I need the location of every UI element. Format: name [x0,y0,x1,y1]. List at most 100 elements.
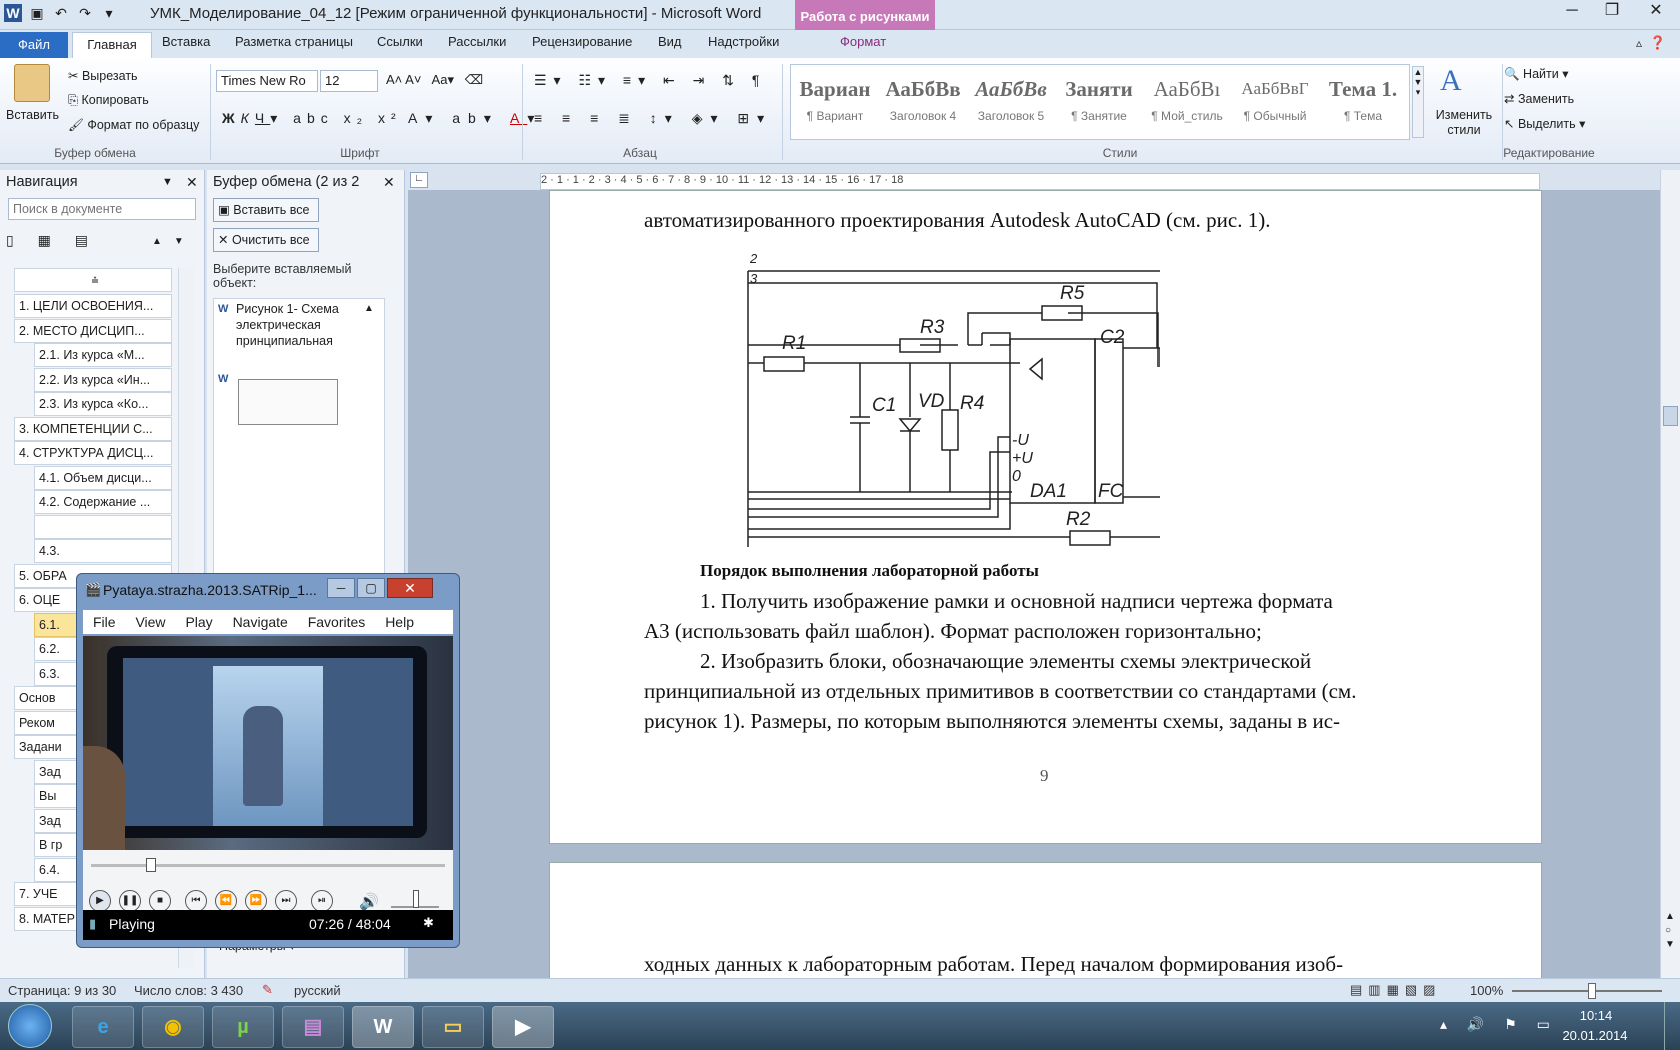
menu-help[interactable]: Help [385,614,414,630]
tab-view[interactable]: Вид [658,34,682,49]
save-icon[interactable]: ▣ [28,4,46,22]
list-buttons[interactable]: ☰▾ ☷▾ ≡▾ ⇤ ⇥ ⇅ ¶ [534,72,766,89]
help-icon[interactable]: ❓ [1650,35,1666,51]
font-grow-shrink-buttons[interactable]: A˄ A˅ Aa▾ ⌫ [386,72,483,88]
view-buttons[interactable]: ▤▥▦▧▨ [1350,982,1441,998]
replace-button[interactable]: ⇄ Заменить [1504,91,1574,106]
tray-icons[interactable]: ▴ 🔊 ⚑ ▭ [1440,1016,1558,1033]
previous-icon[interactable]: ⏮ [185,890,207,912]
video-frame[interactable] [83,636,453,850]
menu-play[interactable]: Play [185,614,212,630]
nav-item[interactable]: 4.1. Объем дисци... [34,465,172,490]
language[interactable]: русский [294,983,341,998]
search-document-input[interactable] [8,198,196,220]
tab-addins[interactable]: Надстройки [708,34,779,49]
circuit-schematic[interactable]: R5 VT R3 R1 C1 VD R4 C3 DA1 FC R2 -U +U … [720,247,1160,557]
tab-insert[interactable]: Вставка [162,34,210,49]
maximize-icon[interactable]: ❐ [1592,0,1632,24]
menu-favorites[interactable]: Favorites [308,614,366,630]
clipboard-item-thumbnail[interactable] [238,379,338,425]
word-count[interactable]: Число слов: 3 430 [134,983,243,998]
utorrent-taskbar-icon[interactable]: µ [212,1006,274,1048]
nav-item[interactable]: 2.1. Из курса «М... [34,343,172,367]
style-heading-4[interactable]: АаБбВв Заголовок 4 [881,69,965,135]
tab-format[interactable]: Формат [840,34,886,49]
ie-taskbar-icon[interactable]: e [72,1006,134,1048]
start-button[interactable] [8,1004,52,1048]
nav-item[interactable]: 2.2. Из курса «Ин... [34,367,172,392]
scroll-thumb[interactable] [1663,406,1678,426]
stats-icon[interactable]: ✱ [423,915,434,931]
menu-file[interactable]: File [93,614,116,630]
explorer-taskbar-icon[interactable]: ▭ [422,1006,484,1048]
browse-buttons[interactable]: ▲ ○ ▼ [1665,910,1675,952]
font-name-combo[interactable]: Times New Ro [216,70,318,92]
find-button[interactable]: 🔍 Найти ▾ [1504,66,1568,82]
format-painter-button[interactable]: 🖌 Формат по образцу [68,118,199,133]
clipboard-item-text[interactable]: Рисунок 1- Схема электрическая принципиа… [236,301,356,349]
pause-icon[interactable]: ❚❚ [119,890,141,912]
nav-item[interactable]: 4. СТРУКТУРА ДИСЦ... [14,441,172,465]
stop-icon[interactable]: ■ [149,890,171,912]
tab-mailings[interactable]: Рассылки [448,34,506,49]
font-format-buttons[interactable]: ЖКЧ▾ abc x₂ x² [222,110,402,127]
paste-button[interactable]: Вставить [6,108,59,122]
paste-all-button[interactable]: ▣ Вставить все [213,198,319,222]
play-icon[interactable]: ▶ [89,890,111,912]
zoom-level[interactable]: 100% [1470,983,1503,998]
winrar-taskbar-icon[interactable]: ▤ [282,1006,344,1048]
style-variant[interactable]: Вариан ¶ Вариант [793,69,877,135]
rewind-icon[interactable]: ⏪ [215,890,237,912]
clock-time[interactable]: 10:14 [1566,1008,1626,1023]
style-topic[interactable]: Тема 1. ¶ Тема [1321,69,1405,135]
style-my-style[interactable]: АаБбВı ¶ Мой_стиль [1145,69,1229,135]
next-icon[interactable]: ⏭ [275,890,297,912]
nav-item[interactable]: 2.3. Из курса «Ко... [34,392,172,416]
nav-item[interactable]: 4.3. [34,539,172,563]
clear-all-button[interactable]: ✕ Очистить все [213,228,319,252]
change-styles-button[interactable]: Изменить стили [1430,108,1498,138]
cut-button[interactable]: ✂ Вырезать [68,68,138,83]
word-taskbar-icon[interactable]: W [352,1006,414,1048]
zoom-slider[interactable] [1512,990,1662,992]
player-close-icon[interactable]: ✕ [387,578,433,598]
clipboard-close-icon[interactable]: ✕ [383,174,395,191]
player-minimize-icon[interactable]: ─ [327,578,355,598]
menu-view[interactable]: View [135,614,165,630]
volume-icon[interactable]: 🔊 [359,892,379,912]
show-desktop-button[interactable] [1664,1002,1680,1050]
document-scrollbar[interactable]: ▲ ○ ▼ [1660,170,1680,978]
paste-icon[interactable] [14,64,50,102]
styles-scroll[interactable]: ▲ ▼ ▾ [1412,66,1424,138]
redo-icon[interactable]: ↷ [76,4,94,22]
minimize-icon[interactable]: ─ [1552,0,1592,24]
media-player-taskbar-icon[interactable]: ▶ [492,1006,554,1048]
word-app-icon[interactable]: W [4,4,22,22]
nav-collapse-top[interactable]: ⩮ [14,268,172,292]
nav-view-tabs[interactable]: ▯ ▦ ▤ [6,232,98,249]
tab-page-layout[interactable]: Разметка страницы [235,34,353,49]
tab-selector[interactable]: ∟ [410,172,428,188]
tab-review[interactable]: Рецензирование [532,34,632,49]
alignment-buttons[interactable]: ≡ ≡ ≡ ≣ ↕▾ ◈▾ ⊞▾ [534,110,772,127]
style-normal[interactable]: АаБбВвГ ¶ Обычный [1233,69,1317,135]
seek-bar[interactable] [91,864,445,867]
nav-prev-next[interactable]: ▲▼ [152,236,196,247]
style-heading-5[interactable]: АаБбВв Заголовок 5 [969,69,1053,135]
clock-date[interactable]: 20.01.2014 [1550,1028,1640,1043]
frame-step-icon[interactable]: ⏯ [311,890,333,912]
tab-file[interactable]: Файл [0,32,68,58]
nav-item[interactable]: 2. МЕСТО ДИСЦИП... [14,318,172,343]
page-count[interactable]: Страница: 9 из 30 [8,983,116,998]
font-size-combo[interactable]: 12 [320,70,378,92]
minimize-ribbon-icon[interactable]: ▵ [1636,36,1642,50]
chrome-taskbar-icon[interactable]: ◉ [142,1006,204,1048]
pane-close-icon[interactable]: ✕ [186,174,198,191]
zoom-thumb[interactable] [1588,983,1596,999]
nav-item[interactable]: 4.2. Содержание ... [34,490,172,514]
proofing-icon[interactable]: ✎ [262,982,273,998]
tab-home[interactable]: Главная [72,32,152,59]
close-icon[interactable]: ✕ [1632,0,1680,24]
volume-thumb[interactable] [413,890,419,908]
tab-references[interactable]: Ссылки [377,34,423,49]
